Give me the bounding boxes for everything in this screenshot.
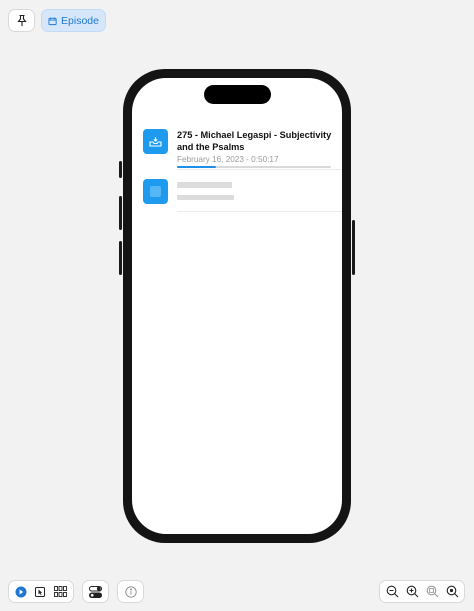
placeholder-row	[132, 170, 342, 214]
selectable-mode-button[interactable]	[34, 581, 46, 602]
play-icon	[15, 586, 27, 597]
pin-icon	[16, 14, 27, 26]
zoom-to-fit-button[interactable]	[426, 581, 439, 602]
phone-volume-down	[119, 241, 122, 275]
placeholder-artwork	[143, 179, 168, 204]
zoom-in-icon	[406, 585, 418, 598]
zoom-fit-icon	[426, 585, 438, 598]
zoom-controls	[379, 580, 465, 603]
inspector-button[interactable]	[117, 580, 144, 603]
episode-date-duration: February 16, 2023 - 0:50:17	[177, 155, 279, 164]
phone-frame: 275 - Michael Legaspi - Subjectivity and…	[119, 69, 355, 543]
phone-power-button	[352, 220, 355, 275]
zoom-out-icon	[386, 585, 398, 598]
cursor-select-icon	[35, 586, 46, 597]
device-settings-button[interactable]	[82, 580, 109, 603]
episode-progress-bar	[177, 166, 331, 168]
dynamic-island	[204, 85, 271, 104]
toggle-icon	[89, 585, 102, 598]
skeleton-subtitle	[177, 195, 234, 200]
zoom-in-button[interactable]	[406, 581, 419, 602]
phone-volume-up	[119, 196, 122, 230]
zoom-reset-icon	[446, 585, 458, 598]
phone-screen: 275 - Michael Legaspi - Subjectivity and…	[132, 78, 342, 534]
episode-tab-button[interactable]: Episode	[41, 9, 106, 32]
inbox-tray-icon	[149, 137, 162, 147]
skeleton-title	[177, 182, 232, 188]
zoom-out-button[interactable]	[386, 581, 399, 602]
episode-row[interactable]: 275 - Michael Legaspi - Subjectivity and…	[132, 116, 342, 169]
variants-button[interactable]	[54, 581, 68, 602]
info-icon	[124, 585, 137, 598]
pin-button[interactable]	[8, 9, 35, 32]
episode-artwork	[143, 129, 168, 154]
calendar-icon	[48, 16, 57, 25]
preview-mode-group	[8, 580, 74, 603]
episode-tab-label: Episode	[61, 14, 99, 27]
live-preview-button[interactable]	[15, 581, 27, 602]
placeholder-artwork-inner	[150, 186, 161, 197]
episode-progress-fill	[177, 166, 216, 168]
row-divider	[177, 211, 342, 212]
zoom-actual-size-button[interactable]	[446, 581, 459, 602]
phone-mute-switch	[119, 161, 122, 178]
grid-icon	[54, 586, 68, 597]
episode-title: 275 - Michael Legaspi - Subjectivity and…	[177, 130, 332, 152]
